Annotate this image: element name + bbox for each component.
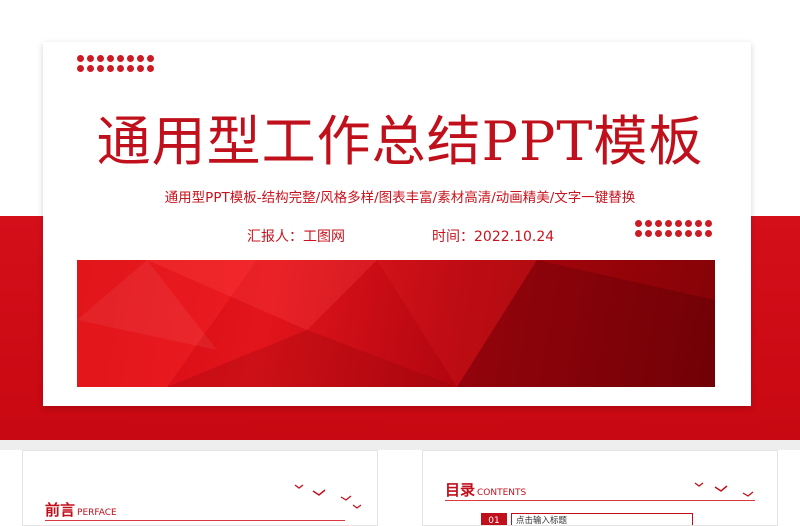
red-polygon-banner (77, 260, 715, 387)
slide-subtitle: 通用型PPT模板-结构完整/风格多样/图表丰富/素材高清/动画精美/文字一键替换 (164, 190, 636, 206)
date-label: 时间：2022.10.24 (432, 229, 555, 245)
slide-title: 通用型工作总结PPT模板 (96, 110, 704, 173)
polygon-texture (77, 260, 715, 387)
thumbnail-gap (0, 440, 800, 450)
thumb-heading: 目录 CONTENTS (445, 481, 527, 499)
birds-icon (294, 484, 362, 509)
thumbnail-contents[interactable]: 目录 CONTENTS 01 点击输入标题 (422, 450, 778, 526)
dot-grid-icon (635, 220, 712, 237)
dot-grid-icon (77, 55, 154, 72)
thumb-divider (45, 520, 345, 521)
toc-item-title: 点击输入标题 (511, 513, 693, 525)
thumbnail-preface[interactable]: 前言 PERFACE (22, 450, 378, 526)
birds-icon (694, 482, 754, 497)
reporter-label: 汇报人：工图网 (247, 229, 345, 245)
thumb-heading: 前言 PERFACE (45, 501, 117, 519)
toc-item-number: 01 (481, 513, 507, 525)
